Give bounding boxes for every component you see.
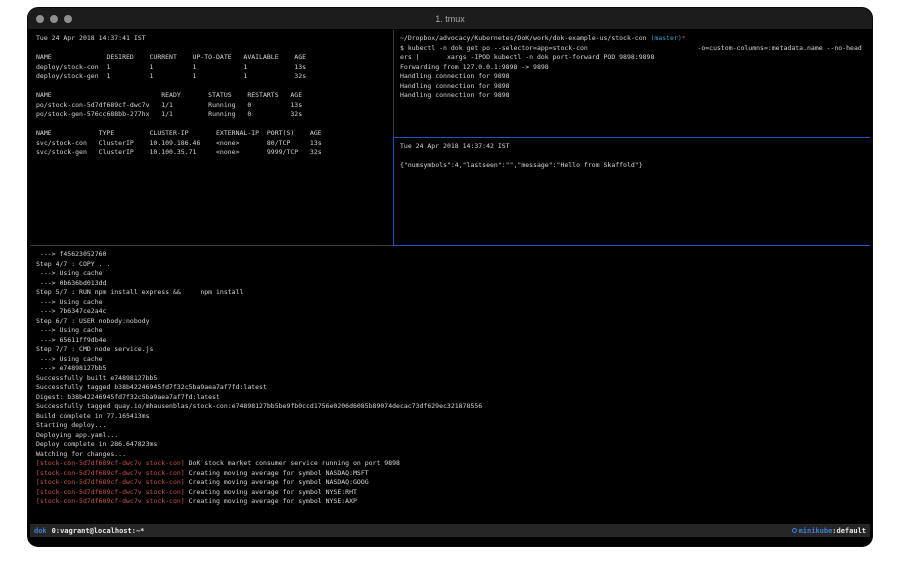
pane-port-forward[interactable]: ~/Dropbox/advocacy/Kubernetes/DoK/work/d… (396, 30, 870, 137)
pane-watch-service[interactable]: Tue 24 Apr 2018 14:37:42 IST {"numsymbols… (396, 138, 870, 245)
terminal-line: [stock-con-5d7df689cf-dwc7v stock-con] C… (36, 488, 864, 498)
terminal-line: Digest: b38b42246945fd7f32c5ba9aea7af7fd… (36, 393, 864, 403)
terminal-line: ---> 65611ff9db4e (36, 336, 864, 346)
kube-context-label: minikube (799, 527, 833, 535)
terminal-line: Handling connection for 9898 (400, 72, 866, 82)
terminal-line: [stock-con-5d7df689cf-dwc7v stock-con] C… (36, 497, 864, 507)
terminal-line: svc/stock-gen ClusterIP 10.100.35.71 <no… (36, 148, 387, 158)
terminal-line: Deploying app.yaml... (36, 431, 864, 441)
screenshot-canvas: 1. tmux Tue 24 Apr 2018 14:37:41 IST NAME… (0, 0, 900, 574)
terminal-line: po/stock-con-5d7df689cf-dwc7v 1/1 Runnin… (36, 101, 387, 111)
terminal-line: Tue 24 Apr 2018 14:37:42 IST (400, 142, 866, 152)
terminal-line (36, 120, 387, 130)
terminal-line: Build complete in 77.165413ms (36, 412, 864, 422)
terminal-line: ers | xargs -IPOD kubectl -n dok port-fo… (400, 53, 866, 63)
terminal-line: ---> f45623052760 (36, 250, 864, 260)
terminal-line: ---> 0b636bd013dd (36, 279, 864, 289)
terminal-line: Step 6/7 : USER nobody:nobody (36, 317, 864, 327)
terminal-line (36, 82, 387, 92)
terminal-line (36, 44, 387, 54)
window-title: 1. tmux (28, 8, 872, 30)
tmux-status-bar: dok 0:vagrant@localhost:~* minikube :def… (30, 524, 870, 537)
terminal-line: NAME TYPE CLUSTER-IP EXTERNAL-IP PORT(S)… (36, 129, 387, 139)
helm-wheel-icon (792, 528, 797, 533)
terminal-line: ---> Using cache (36, 326, 864, 336)
terminal-line: ~/Dropbox/advocacy/Kubernetes/DoK/work/d… (400, 34, 866, 44)
terminal-line: Tue 24 Apr 2018 14:37:41 IST (36, 34, 387, 44)
terminal-line: Step 4/7 : COPY . . (36, 260, 864, 270)
terminal-line: Successfully built e74898127bb5 (36, 374, 864, 384)
terminal-line: deploy/stock-con 1 1 1 1 13s (36, 63, 387, 73)
pane-skaffold-build-log[interactable]: ---> f45623052760Step 4/7 : COPY . . ---… (30, 246, 870, 516)
terminal-line: po/stock-gen-576cc688bb-277hx 1/1 Runnin… (36, 110, 387, 120)
kube-namespace-label: :default (832, 527, 866, 535)
terminal-line: ---> Using cache (36, 355, 864, 365)
pane-kubectl-overview[interactable]: Tue 24 Apr 2018 14:37:41 IST NAME DESIRED… (30, 30, 393, 245)
window-titlebar: 1. tmux (28, 8, 872, 30)
terminal-line: Forwarding from 127.0.0.1:9898 -> 9898 (400, 63, 866, 73)
terminal-window: 1. tmux Tue 24 Apr 2018 14:37:41 IST NAME… (28, 8, 872, 546)
terminal-line: NAME DESIRED CURRENT UP-TO-DATE AVAILABL… (36, 53, 387, 63)
pane-divider-horizontal-active-bottom[interactable] (393, 245, 870, 246)
pane-divider-horizontal-inactive[interactable] (30, 245, 393, 246)
terminal-line: Step 7/7 : CMD node service.js (36, 345, 864, 355)
terminal-line: NAME READY STATUS RESTARTS AGE (36, 91, 387, 101)
tmux-window-item[interactable]: 0:vagrant@localhost:~* (52, 527, 145, 535)
terminal-line: ---> Using cache (36, 269, 864, 279)
pane-divider-vertical-inactive[interactable] (393, 30, 394, 137)
terminal-line: [stock-con-5d7df689cf-dwc7v stock-con] D… (36, 459, 864, 469)
terminal-line: deploy/stock-gen 1 1 1 1 32s (36, 72, 387, 82)
tmux-session-name[interactable]: dok (34, 527, 47, 535)
terminal-line: ---> e74898127bb5 (36, 364, 864, 374)
terminal-line: [stock-con-5d7df689cf-dwc7v stock-con] C… (36, 478, 864, 488)
terminal-line: Starting deploy... (36, 421, 864, 431)
terminal-line: {"numsymbols":4,"lastseen":"","message":… (400, 161, 866, 171)
terminal-line: Watching for changes... (36, 450, 864, 460)
terminal-line: Successfully tagged quay.io/mhausenblas/… (36, 402, 864, 412)
tmux-terminal: Tue 24 Apr 2018 14:37:41 IST NAME DESIRED… (28, 30, 872, 546)
terminal-line: ---> 7b6347ce2a4c (36, 307, 864, 317)
pane-divider-horizontal-active-top[interactable] (393, 137, 870, 138)
terminal-line: Successfully tagged b38b42246945fd7f32c5… (36, 383, 864, 393)
pane-divider-vertical-active[interactable] (393, 137, 394, 246)
terminal-line: Step 5/7 : RUN npm install express && np… (36, 288, 864, 298)
terminal-line: Handling connection for 9898 (400, 91, 866, 101)
terminal-line (400, 152, 866, 162)
terminal-line: [stock-con-5d7df689cf-dwc7v stock-con] C… (36, 469, 864, 479)
terminal-line: Handling connection for 9898 (400, 82, 866, 92)
terminal-line: Deploy complete in 286.647823ms (36, 440, 864, 450)
terminal-line: ---> Using cache (36, 298, 864, 308)
terminal-line: svc/stock-con ClusterIP 10.109.186.46 <n… (36, 139, 387, 149)
terminal-line: $ kubectl -n dok get po --selector=app=s… (400, 44, 866, 54)
